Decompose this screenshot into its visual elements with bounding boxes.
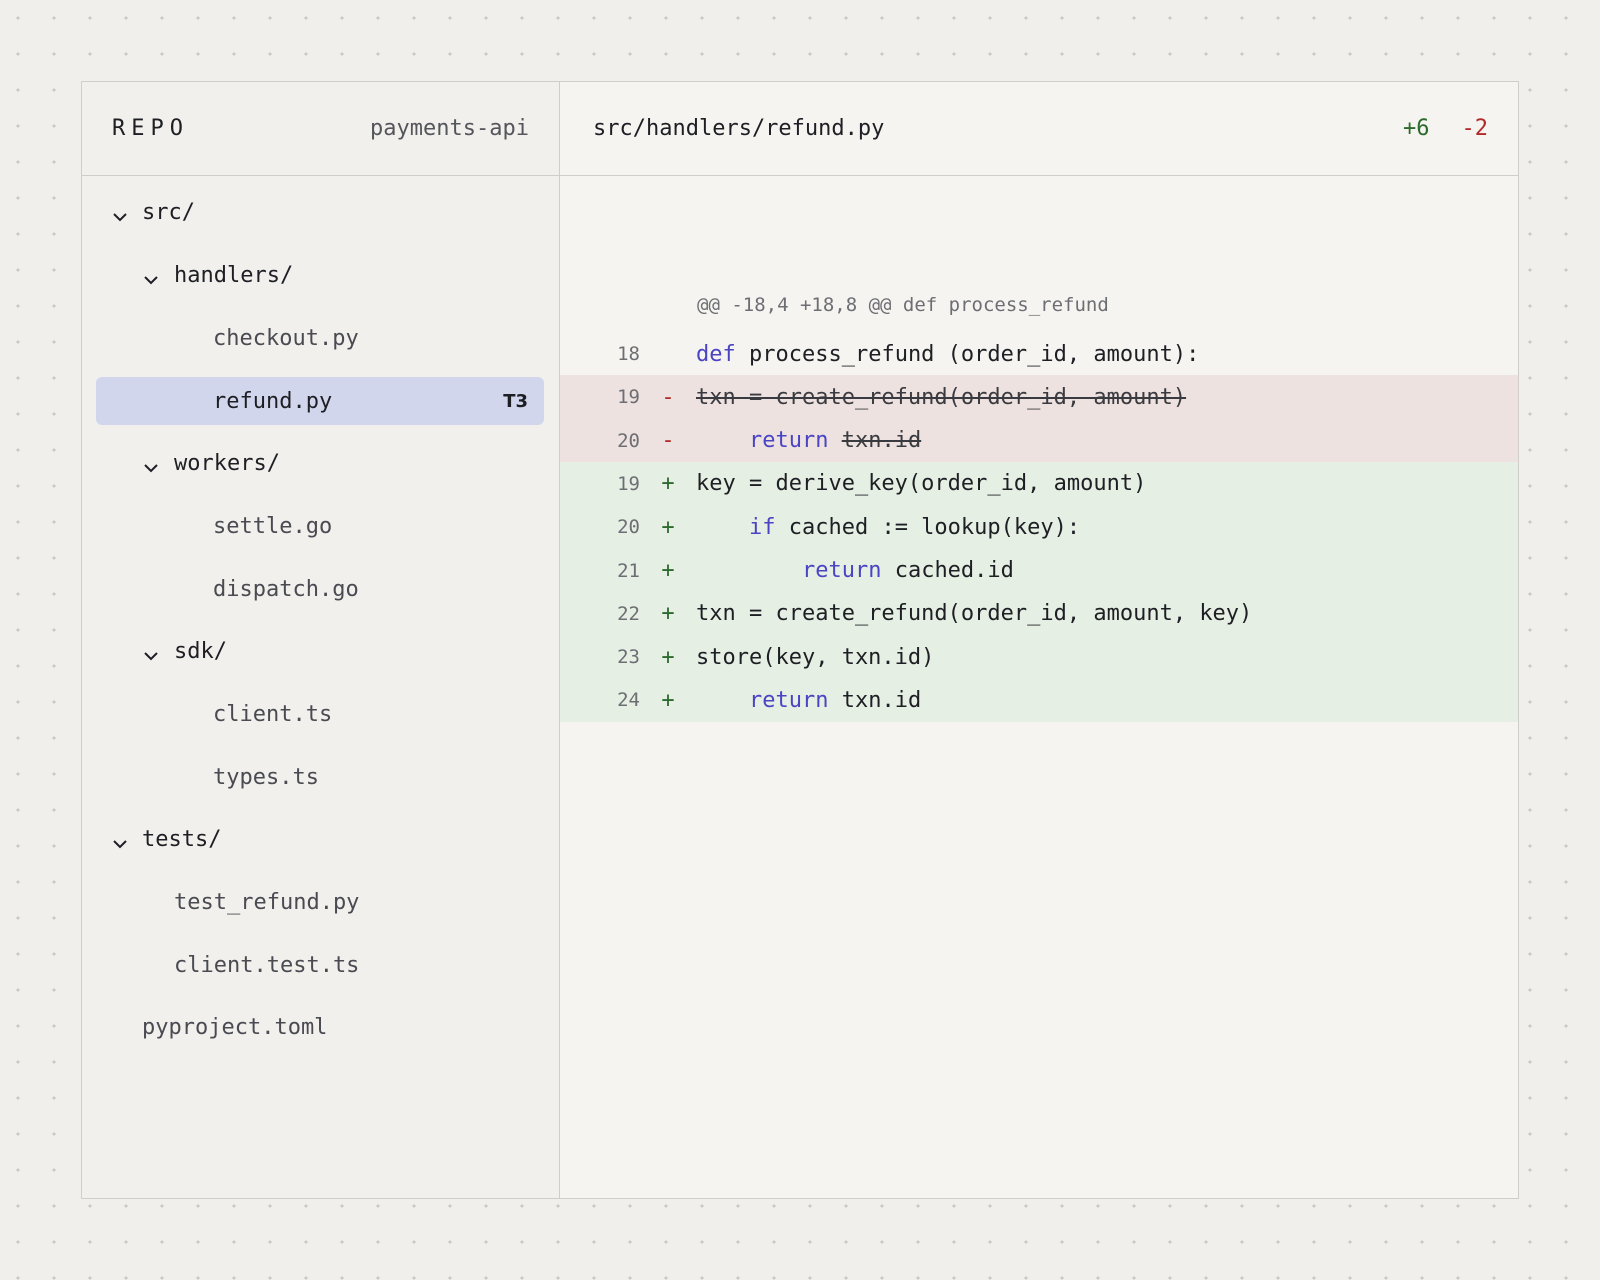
- tree-item-label: tests/: [142, 826, 222, 852]
- diff-line-added: 20 + if cached := lookup(key):: [560, 505, 1518, 550]
- line-number: 19: [617, 472, 640, 495]
- line-number: 19: [617, 386, 640, 409]
- code-line: return txn.id: [696, 428, 921, 453]
- code-line: def process_refund (order_id, amount):: [696, 342, 1199, 367]
- code-text: process_refund (order_id, amount):: [749, 341, 1200, 367]
- diff-marker: +: [661, 601, 675, 627]
- code-text: cached := lookup(key):: [788, 514, 1081, 540]
- tree-file[interactable]: client.ts: [96, 690, 544, 738]
- code-text: txn = create_refund(order_id, amount): [696, 384, 1187, 410]
- line-number: 18: [617, 343, 640, 365]
- line-number: 21: [617, 559, 640, 582]
- tree-item-label: types.ts: [213, 764, 319, 790]
- diff-line-removed: 20- return txn.id: [560, 418, 1518, 463]
- tree-file[interactable]: types.ts: [96, 753, 544, 801]
- diff-marker: -: [661, 428, 675, 454]
- diff-marker: +: [661, 514, 675, 540]
- sidebar-header: REPO payments-api: [82, 82, 559, 176]
- diff-line-added: 19 + key = derive_key(order_id, amount): [560, 461, 1518, 506]
- code-text: store(key, txn.id): [696, 644, 935, 670]
- file-path: src/handlers/refund.py: [593, 116, 885, 141]
- diff-stats: +6 -2: [1403, 116, 1488, 141]
- code-line: key = derive_key(order_id, amount): [696, 471, 1146, 496]
- chevron-down-icon[interactable]: [143, 643, 159, 668]
- code-line: store(key, txn.id): [696, 645, 934, 670]
- chevron-down-icon[interactable]: [112, 831, 128, 856]
- lines-removed-count: -2: [1461, 116, 1489, 141]
- tree-item-label: workers/: [174, 450, 280, 476]
- diff-marker: +: [661, 644, 675, 670]
- diff-panel: src/handlers/refund.py +6 -2 @@ -18,4 +1…: [560, 82, 1518, 1198]
- tree-item-label: checkout.py: [213, 325, 359, 351]
- code-line: txn = create_refund(order_id, amount): [696, 385, 1186, 410]
- tree-file[interactable]: refund.py T3: [96, 377, 544, 425]
- file-tree-panel: REPO payments-api src/handlers/checkout.…: [82, 82, 560, 1198]
- diff-marker: -: [661, 384, 675, 410]
- diff-line-removed: 19- txn = create_refund(order_id, amount): [560, 375, 1518, 420]
- tree-item-label: refund.py: [213, 388, 333, 414]
- tree-folder[interactable]: handlers/: [96, 251, 544, 299]
- code-keyword: return: [748, 428, 829, 454]
- code-line: return cached.id: [696, 558, 1014, 583]
- tree-folder[interactable]: sdk/: [96, 627, 544, 675]
- code-keyword: return: [801, 558, 882, 583]
- diff-marker: +: [661, 687, 675, 713]
- tree-item-label: client.test.ts: [174, 952, 360, 978]
- tree-file[interactable]: pyproject.toml: [96, 1003, 544, 1051]
- tree-folder[interactable]: src/: [96, 188, 544, 236]
- tree-item-label: pyproject.toml: [142, 1014, 328, 1040]
- diff-marker: +: [661, 558, 675, 583]
- line-number: 23: [617, 646, 640, 669]
- code-keyword: if: [748, 514, 776, 540]
- hunk-header: @@ -18,4 +18,8 @@ def process_refund: [697, 294, 1109, 316]
- code-line: return txn.id: [696, 688, 921, 713]
- tree-item-label: client.ts: [213, 701, 333, 727]
- tree-file[interactable]: dispatch.go: [96, 565, 544, 613]
- code-keyword: def: [696, 341, 736, 367]
- file-badge: T3: [503, 390, 528, 412]
- code-line: txn = create_refund(order_id, amount, ke…: [696, 601, 1252, 626]
- line-number: 24: [617, 689, 640, 712]
- chevron-down-icon[interactable]: [112, 204, 128, 229]
- repo-label: REPO: [112, 116, 189, 141]
- diff-line-added: 22 + txn = create_refund(order_id, amount,…: [560, 591, 1518, 636]
- tree-file[interactable]: checkout.py: [96, 314, 544, 362]
- code-text: txn.id: [841, 428, 922, 454]
- code-text: cached.id: [894, 558, 1014, 583]
- tree-file[interactable]: client.test.ts: [96, 941, 544, 989]
- code-text: key = derive_key(order_id, amount): [696, 471, 1147, 497]
- tree-file[interactable]: settle.go: [96, 502, 544, 550]
- diff-marker: +: [661, 471, 675, 497]
- diff-line-added: 21 + return cached.id: [560, 548, 1518, 593]
- tree-file[interactable]: test_refund.py: [96, 878, 544, 926]
- diff-line-context: 18 def process_refund (order_id, amount):: [560, 332, 1518, 376]
- code-text: txn = create_refund(order_id, amount, ke…: [696, 601, 1253, 627]
- code-text: txn.id: [841, 687, 922, 713]
- tree-item-label: handlers/: [174, 262, 294, 288]
- tree-folder[interactable]: workers/: [96, 439, 544, 487]
- diff-window: REPO payments-api src/handlers/checkout.…: [81, 81, 1519, 1199]
- chevron-down-icon[interactable]: [143, 455, 159, 480]
- tree-item-label: settle.go: [213, 513, 333, 539]
- tree-folder[interactable]: tests/: [96, 815, 544, 863]
- code-line: if cached := lookup(key):: [696, 515, 1080, 540]
- tree-item-label: dispatch.go: [213, 576, 359, 602]
- tree-item-label: src/: [142, 199, 195, 225]
- code-keyword: return: [748, 687, 829, 713]
- diff-line-added: 23 + store(key, txn.id): [560, 635, 1518, 680]
- lines-added-count: +6: [1403, 116, 1430, 141]
- line-number: 20: [617, 429, 640, 452]
- repo-name[interactable]: payments-api: [370, 116, 529, 141]
- diff-header: src/handlers/refund.py +6 -2: [560, 82, 1518, 176]
- line-number: 22: [617, 602, 640, 625]
- tree-item-label: sdk/: [174, 638, 227, 664]
- tree-item-label: test_refund.py: [174, 889, 360, 915]
- line-number: 20: [617, 516, 640, 539]
- diff-line-added: 24 + return txn.id: [560, 678, 1518, 723]
- chevron-down-icon[interactable]: [143, 267, 159, 292]
